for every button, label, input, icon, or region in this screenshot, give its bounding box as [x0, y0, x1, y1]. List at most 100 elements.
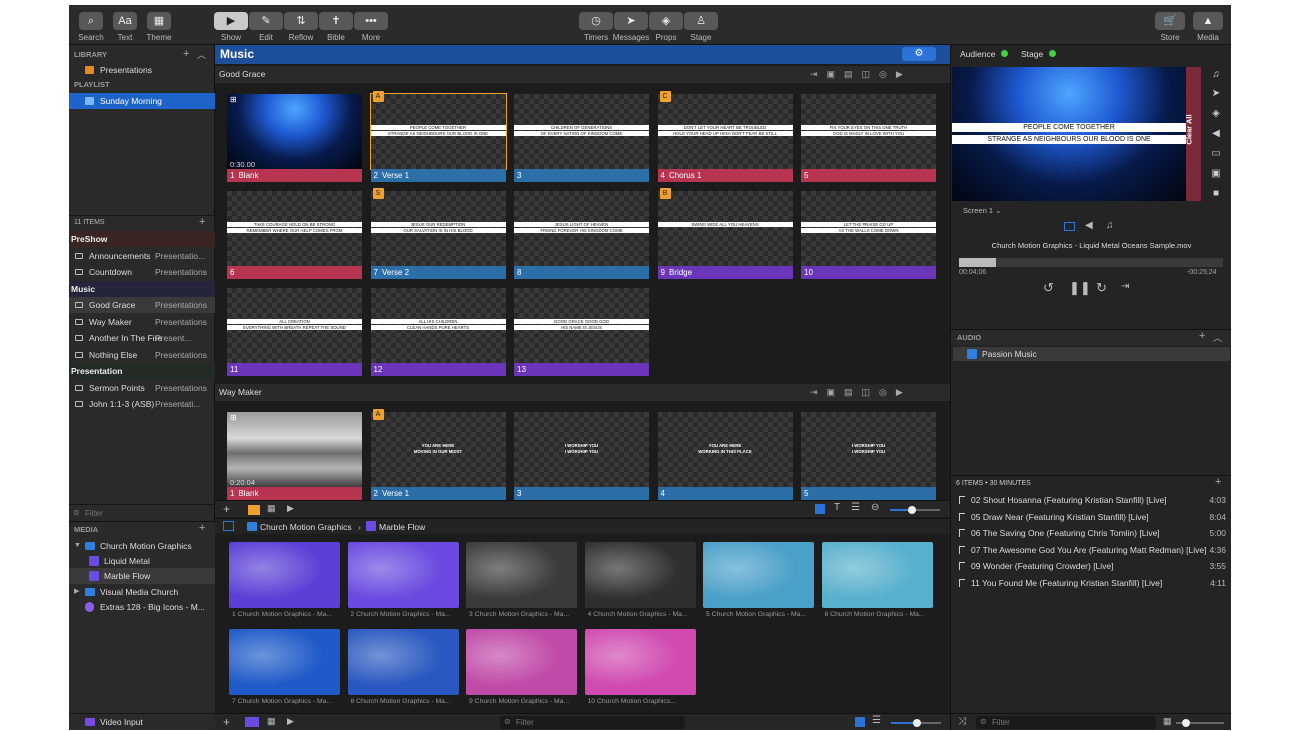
slide-thumbnail[interactable]: 0:30.00 ⊞ 1 Blank: [227, 94, 362, 183]
zoom-slider-knob[interactable]: [913, 719, 921, 727]
playlist-item[interactable]: Announcements Presentatio...: [69, 248, 215, 264]
stage-button[interactable]: ♙: [684, 12, 718, 30]
audio-note-icon[interactable]: ♫: [1106, 220, 1114, 231]
media-tree-item[interactable]: Liquid Metal: [69, 553, 215, 569]
playlist-item[interactable]: Another In The Fire Present...: [69, 330, 215, 346]
media-thumbnail[interactable]: [347, 629, 459, 695]
playlist-item[interactable]: Nothing Else Presentations: [69, 347, 215, 363]
clear-all-button[interactable]: Clear All: [1185, 67, 1201, 201]
slide-layer-icon[interactable]: [1064, 222, 1075, 231]
slide-thumbnail[interactable]: CHILDREN OF GENERATIONS OF EVERY NATION O…: [514, 94, 649, 183]
media-thumbnail[interactable]: [584, 629, 696, 695]
audio-playlist-item[interactable]: Passion Music: [953, 347, 1230, 361]
media-button[interactable]: ▲: [1193, 12, 1223, 30]
thumbnail-view-icon[interactable]: [855, 717, 865, 727]
media-thumbnail[interactable]: [703, 542, 814, 608]
more-button[interactable]: •••: [354, 12, 388, 30]
video-input-item[interactable]: Video Input: [69, 713, 215, 729]
playlist-item[interactable]: Countdown Presentations: [69, 264, 215, 280]
slide-thumbnail[interactable]: I WORSHIP YOU I WORSHIP YOU 3: [514, 412, 649, 501]
zoom-out-icon[interactable]: ⊖: [871, 502, 879, 513]
zoom-slider[interactable]: [890, 506, 940, 514]
slide-thumbnail[interactable]: 0:20.04 ⊞ 1 Blank: [227, 412, 362, 501]
props-button[interactable]: ◈: [649, 12, 683, 30]
sidebar-toggle-icon[interactable]: [223, 521, 234, 531]
library-presentations[interactable]: Presentations: [69, 62, 215, 78]
pause-icon[interactable]: ❚❚: [1069, 280, 1091, 296]
messages-button[interactable]: ➤: [614, 12, 648, 30]
rewind-15-icon[interactable]: ↺: [1043, 280, 1054, 296]
bible-mode-button[interactable]: ✝: [319, 12, 353, 30]
media-tree-item[interactable]: ▶ Visual Media Church: [69, 584, 215, 600]
photo-icon[interactable]: ▣: [1209, 168, 1223, 180]
slide-thumbnail[interactable]: YOU ARE HERE WORKING IN THIS PLACE 4: [657, 412, 793, 501]
search-button[interactable]: ⌕: [79, 12, 103, 30]
skip-30-icon[interactable]: ⇥: [1121, 281, 1129, 292]
slide-thumbnail[interactable]: DON'T LET YOUR HEART BE TROUBLED HOLD YOU…: [657, 91, 793, 183]
track-row[interactable]: 06 The Saving One (Featuring Chris Tomli…: [955, 525, 1230, 541]
reflow-mode-button[interactable]: ⇅: [284, 12, 318, 30]
track-row[interactable]: 02 Shout Hosanna (Featuring Kristian Sta…: [955, 492, 1230, 508]
play-box-icon[interactable]: ▶: [287, 503, 294, 514]
thumbnail-view-icon[interactable]: [815, 504, 825, 514]
breadcrumb-playlist[interactable]: Marble Flow: [379, 522, 425, 532]
track-row[interactable]: 05 Draw Near (Featuring Kristian Stanfil…: [955, 509, 1230, 525]
media-thumbnail[interactable]: [347, 542, 459, 608]
slide-thumbnail[interactable]: GOOD GRACE GOOD GOD HIS NAME IS JESUS 13: [514, 288, 649, 377]
theme-button[interactable]: ▦: [147, 12, 171, 30]
grid-view-icon[interactable]: [248, 505, 260, 515]
add-media-icon[interactable]: +: [199, 522, 205, 534]
breadcrumb-folder[interactable]: Church Motion Graphics: [260, 522, 352, 532]
text-view-icon[interactable]: T: [834, 502, 840, 513]
slide-thumbnail[interactable]: JESUS OUR REDEMPTION OUR SALVATION IS IN …: [370, 188, 506, 280]
slide-thumbnail[interactable]: JESUS LIGHT OF HEAVEN FRIEND FOREVER HIS …: [514, 191, 649, 280]
media-filter-field[interactable]: ⊜ Filter: [500, 716, 685, 729]
gear-icon[interactable]: ⚙: [902, 47, 936, 61]
list-view-icon[interactable]: ☰: [872, 715, 881, 726]
slide-icon[interactable]: ▭: [1209, 148, 1223, 160]
audio-volume-slider[interactable]: [1176, 719, 1224, 727]
slide-thumbnail[interactable]: ALL CREATION EVERYTHING WITH BREATH REPEA…: [227, 288, 362, 377]
section-bar-way-maker[interactable]: Way Maker ⇥▣▤◫◎▶: [215, 384, 950, 401]
screen-selector[interactable]: Screen 1 ⌄: [963, 206, 1001, 215]
library-filter[interactable]: ⊜ Filter: [69, 504, 215, 520]
add-audio-icon[interactable]: +: [1199, 330, 1205, 342]
audio-note-icon[interactable]: ♫: [1209, 69, 1223, 81]
media-tree-item[interactable]: Extras 128 - Big Icons - M...: [69, 599, 215, 615]
section-tools-icons[interactable]: ⇥▣▤◫◎▶: [810, 66, 912, 83]
track-row[interactable]: 07 The Awesome God You Are (Featuring Ma…: [955, 542, 1230, 558]
slide-thumbnail[interactable]: LET THE PRAISE GO UP AS THE WALLS COME DO…: [801, 191, 936, 280]
playlist-sunday-morning[interactable]: Sunday Morning: [69, 93, 215, 109]
media-tree-item-selected[interactable]: Marble Flow: [69, 568, 215, 584]
add-item-icon[interactable]: +: [199, 216, 205, 228]
track-row[interactable]: 09 Wonder (Featuring Crowder) [Live] 3:55: [955, 558, 1230, 574]
send-icon[interactable]: ➤: [1209, 88, 1223, 100]
play-box-icon[interactable]: ▶: [287, 716, 294, 727]
playlist-item[interactable]: Way Maker Presentations: [69, 314, 215, 330]
text-button[interactable]: Aa: [113, 12, 137, 30]
media-thumbnail[interactable]: [229, 542, 340, 608]
section-tools-icons[interactable]: ⇥▣▤◫◎▶: [810, 384, 912, 401]
playlist-group-header[interactable]: PreShow: [69, 231, 215, 247]
playlist-group-header[interactable]: Presentation: [69, 363, 215, 379]
list-view-icon[interactable]: ☰: [851, 502, 860, 513]
checker-icon[interactable]: ▦: [267, 716, 276, 727]
slide-thumbnail[interactable]: YOU ARE HERE MOVING IN OUR MIDST A 2 Verse 1: [370, 409, 506, 501]
checker-icon[interactable]: ▦: [1163, 716, 1172, 727]
media-thumbnail[interactable]: [466, 629, 577, 695]
media-playlist-view-icon[interactable]: [245, 717, 259, 727]
chevron-up-icon[interactable]: ︿: [1213, 331, 1222, 344]
media-thumbnail[interactable]: [229, 629, 340, 695]
section-bar-good-grace[interactable]: Good Grace ⇥▣▤◫◎▶: [215, 66, 950, 83]
track-row[interactable]: 11 You Found Me (Featuring Kristian Stan…: [955, 575, 1230, 591]
media-zoom-slider[interactable]: [891, 719, 941, 727]
audience-label[interactable]: Audience: [960, 49, 995, 59]
add-slide-icon[interactable]: +: [223, 502, 230, 516]
edit-mode-button[interactable]: ✎: [249, 12, 283, 30]
media-thumbnail[interactable]: [466, 542, 577, 608]
forward-15-icon[interactable]: ↻: [1096, 280, 1107, 296]
playlist-group-header[interactable]: Music: [69, 280, 215, 297]
store-button[interactable]: 🛒: [1155, 12, 1185, 30]
playlist-item[interactable]: Good Grace Presentations: [69, 297, 215, 313]
audio-filter-field[interactable]: ⊜ Filter: [976, 716, 1156, 729]
